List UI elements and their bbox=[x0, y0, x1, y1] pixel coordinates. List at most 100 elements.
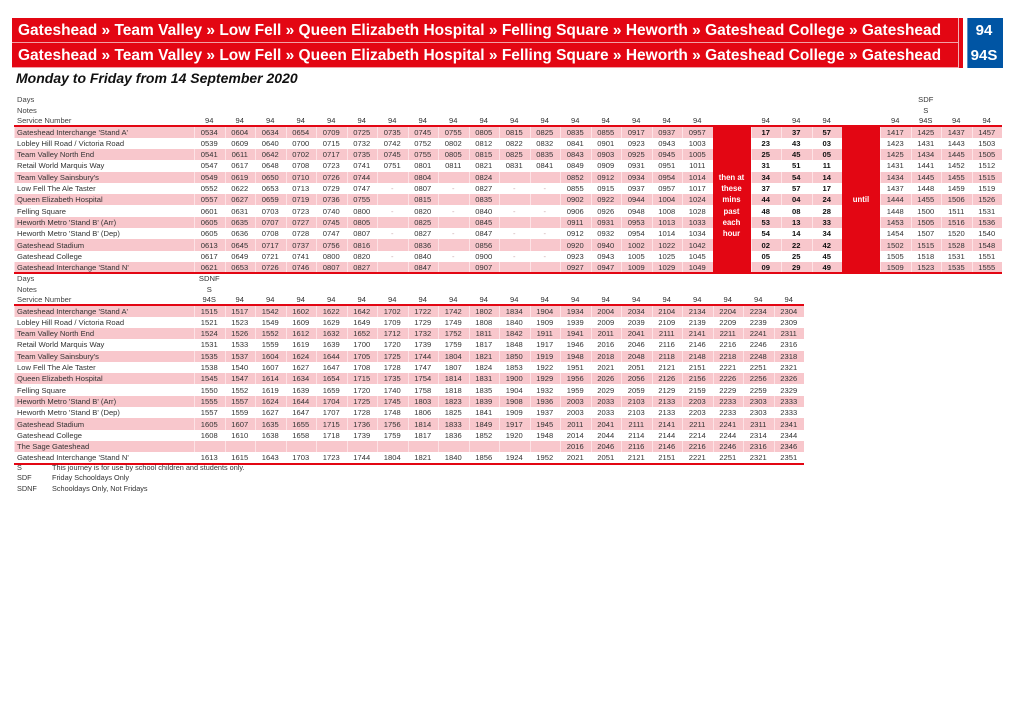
departure-time: 1619 bbox=[292, 340, 310, 350]
departure-time: 0954 bbox=[651, 171, 682, 183]
departure-time: 2216 bbox=[682, 440, 713, 453]
departure-time: 0931 bbox=[590, 216, 621, 229]
departure-time: 1748 bbox=[383, 408, 401, 418]
stop-name: The Sage Gateshead bbox=[14, 440, 194, 453]
departure-time: 11 bbox=[822, 161, 831, 171]
departure-time: 0534 bbox=[194, 126, 225, 138]
departure-time: 57 bbox=[811, 126, 842, 138]
header-service: 94 bbox=[438, 294, 469, 307]
departure-time: 0807 bbox=[414, 184, 432, 194]
departure-time bbox=[529, 171, 560, 183]
departure-time: 0650 bbox=[255, 171, 286, 183]
departure-time: 0847 bbox=[407, 261, 438, 275]
departure-time: 09 bbox=[750, 261, 781, 275]
departure-time: 0807 bbox=[316, 261, 347, 275]
departure-time: 1817 bbox=[414, 430, 432, 440]
stop-name: Team Valley North End bbox=[14, 327, 194, 340]
until-cell bbox=[842, 137, 880, 149]
timetable-row: Retail World Marquis Way 1531 1533 1559 1619… bbox=[14, 339, 804, 350]
header-notes bbox=[751, 105, 782, 116]
header-notes bbox=[194, 105, 225, 116]
departure-time: 0954 bbox=[627, 229, 645, 239]
departure-time: 0756 bbox=[316, 239, 347, 251]
departure-time: 0619 bbox=[224, 171, 255, 183]
timetable-afternoon: Days SDNF Notes S Service Number 94S 94 94 94 94 9… bbox=[14, 273, 804, 465]
departure-time: 05 bbox=[761, 251, 770, 261]
departure-time: 57 bbox=[792, 184, 801, 194]
header-service: 94 bbox=[316, 294, 347, 307]
frequency-note-cell: each bbox=[712, 216, 751, 229]
departure-time: - bbox=[390, 206, 394, 216]
departure-time: 1535 bbox=[941, 261, 972, 275]
departure-time: 0744 bbox=[346, 171, 377, 183]
departure-time: 0634 bbox=[255, 126, 286, 138]
departure-time: 2129 bbox=[658, 385, 676, 395]
header-spacer bbox=[842, 105, 880, 116]
departure-time: 2204 bbox=[712, 305, 743, 317]
departure-time: 0849 bbox=[566, 161, 584, 171]
departure-time: 1725 bbox=[377, 350, 408, 362]
departure-time: 1453 bbox=[880, 216, 911, 229]
departure-time: 1948 bbox=[560, 350, 591, 362]
departure-time: 2241 bbox=[712, 418, 743, 430]
timetable-row: Gateshead Interchange 'Stand A' 0534 0604 0… bbox=[14, 126, 1002, 138]
departure-time: 37 bbox=[781, 126, 812, 138]
departure-time: 1445 bbox=[910, 171, 941, 183]
stop-name: Low Fell The Ale Taster bbox=[17, 363, 96, 373]
departure-time: 0755 bbox=[438, 126, 469, 138]
departure-time: 1917 bbox=[499, 418, 530, 430]
departure-time: 1555 bbox=[971, 261, 1002, 275]
departure-time: 1632 bbox=[316, 327, 347, 340]
until-cell bbox=[842, 171, 880, 183]
header-notes bbox=[408, 105, 439, 116]
departure-time: 1758 bbox=[414, 385, 432, 395]
departure-time: 1017 bbox=[688, 184, 706, 194]
departure-time: 0922 bbox=[590, 194, 621, 206]
legend-item: SDF Friday Schooldays Only bbox=[17, 473, 245, 483]
departure-time: 1818 bbox=[444, 385, 462, 395]
timetable-validity: Monday to Friday from 14 September 2020 bbox=[16, 70, 298, 86]
route-banner-94s: Gateshead » Team Valley » Low Fell » Que… bbox=[12, 43, 1009, 68]
departure-time: 0811 bbox=[445, 161, 462, 171]
header-days bbox=[682, 273, 713, 284]
stop-name: Gateshead Interchange 'Stand A' bbox=[14, 305, 194, 317]
departure-time: 1804 bbox=[438, 350, 469, 362]
departure-time: 24 bbox=[811, 194, 842, 206]
header-notes bbox=[560, 284, 591, 295]
departure-time: 1722 bbox=[407, 305, 438, 317]
departure-time: 0723 bbox=[292, 206, 310, 216]
departure-time: 2246 bbox=[712, 440, 743, 453]
departure-time: - bbox=[451, 184, 455, 194]
legend-description: Schooldays Only, Not Fridays bbox=[52, 483, 148, 493]
departure-time: 2046 bbox=[627, 340, 645, 350]
departure-time: 2009 bbox=[597, 317, 615, 327]
header-service: 94 bbox=[468, 294, 499, 307]
departure-time: 2003 bbox=[566, 408, 584, 418]
departure-time: 0541 bbox=[194, 148, 225, 161]
departure-time: 0832 bbox=[536, 138, 554, 148]
departure-time: 0719 bbox=[285, 194, 316, 206]
header-notes bbox=[469, 105, 500, 116]
departure-time: 1011 bbox=[689, 161, 706, 171]
departure-time: 1638 bbox=[261, 430, 279, 440]
frequency-note-cell: past bbox=[712, 205, 751, 217]
header-days bbox=[347, 94, 378, 105]
departure-time: 0747 bbox=[353, 184, 371, 194]
header-service: 94 bbox=[750, 115, 781, 128]
departure-time: 1552 bbox=[231, 385, 249, 395]
header-days bbox=[225, 273, 256, 284]
header-service: 94 bbox=[499, 294, 530, 307]
departure-time: 2151 bbox=[651, 452, 682, 465]
departure-time: 0710 bbox=[285, 171, 316, 183]
departure-time: 1604 bbox=[255, 350, 286, 362]
until-cell bbox=[842, 228, 880, 240]
header-days bbox=[560, 94, 591, 105]
departure-time: 1752 bbox=[438, 327, 469, 340]
departure-time: 0944 bbox=[621, 194, 652, 206]
stop-name: Queen Elizabeth Hospital bbox=[14, 194, 194, 206]
departure-time: 0622 bbox=[231, 184, 249, 194]
departure-time: 2318 bbox=[773, 350, 804, 362]
departure-time: 2221 bbox=[719, 363, 737, 373]
timetable-row: Team Valley North End 0541 0611 0642 0702 071… bbox=[14, 148, 1002, 161]
departure-time: 0605 bbox=[200, 229, 218, 239]
